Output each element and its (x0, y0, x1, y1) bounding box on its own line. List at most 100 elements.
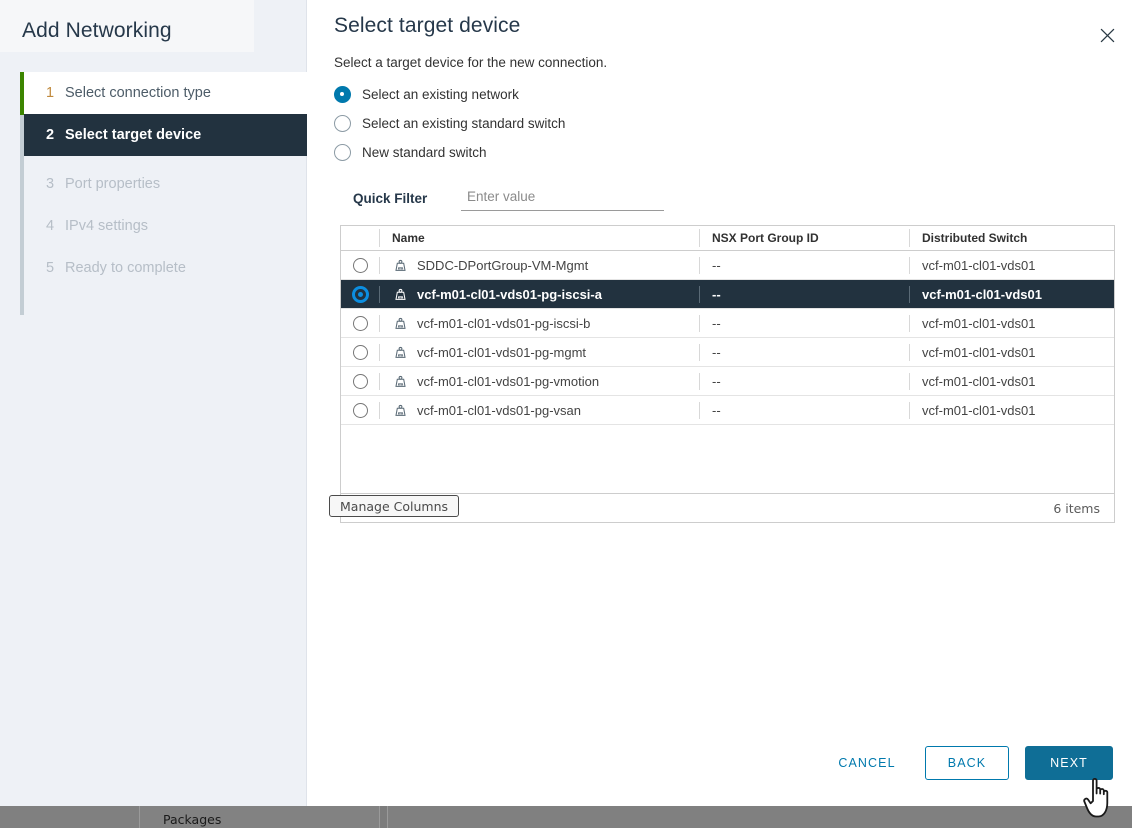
table-footer: Manage Columns 6 items (341, 493, 1114, 522)
radio-existing-network-label: Select an existing network (362, 87, 519, 102)
wizard-title: Add Networking (22, 19, 172, 43)
row-name-cell: vcf-m01-cl01-vds01-pg-vmotion (379, 373, 699, 390)
radio-existing-standard-switch[interactable]: Select an existing standard switch (334, 109, 934, 138)
step-4-number: 4 (46, 218, 65, 234)
radio-new-standard-switch-label: New standard switch (362, 145, 487, 160)
row-name-cell: vcf-m01-cl01-vds01-pg-iscsi-b (379, 315, 699, 332)
step-3-label: Port properties (65, 176, 160, 192)
row-nsx-cell: -- (699, 286, 909, 303)
row-name-text: vcf-m01-cl01-vds01-pg-iscsi-a (417, 287, 602, 302)
row-name-text: vcf-m01-cl01-vds01-pg-mgmt (417, 345, 586, 360)
table-row[interactable]: SDDC-DPortGroup-VM-Mgmt -- vcf-m01-cl01-… (341, 251, 1114, 280)
step-2-label: Select target device (65, 127, 201, 143)
dialog-footer: CANCEL BACK NEXT (307, 720, 1132, 806)
row-radio-icon (353, 258, 368, 273)
row-radio-icon (353, 403, 368, 418)
table-empty-space (341, 425, 1114, 493)
manage-columns-button[interactable]: Manage Columns (329, 495, 459, 517)
target-device-radio-group: Select an existing network Select an exi… (334, 80, 934, 167)
row-radio-icon (353, 316, 368, 331)
radio-new-standard-switch-mark (334, 144, 351, 161)
step-2-number: 2 (46, 127, 65, 143)
quick-filter-bar: Quick Filter (353, 186, 753, 211)
table-item-count: 6 items (1053, 501, 1100, 516)
wizard-main-pane: Select target device Select a target dev… (307, 0, 1132, 806)
row-nsx-cell: -- (699, 315, 909, 332)
wizard-sidebar: Add Networking 1 Select connection type … (0, 0, 307, 806)
sidebar-step-1[interactable]: 1 Select connection type (24, 72, 307, 114)
table-row[interactable]: vcf-m01-cl01-vds01-pg-iscsi-b -- vcf-m01… (341, 309, 1114, 338)
sidebar-step-2[interactable]: 2 Select target device (24, 114, 311, 156)
table-row[interactable]: vcf-m01-cl01-vds01-pg-iscsi-a -- vcf-m01… (341, 280, 1114, 309)
background-panel-divider (380, 806, 388, 828)
row-select-cell[interactable] (341, 403, 379, 418)
distributed-port-group-icon (392, 402, 409, 419)
sidebar-step-5: 5 Ready to complete (24, 247, 307, 289)
row-nsx-cell: -- (699, 344, 909, 361)
row-dvs-cell: vcf-m01-cl01-vds01 (909, 315, 1113, 332)
quick-filter-input[interactable] (461, 186, 664, 211)
distributed-port-group-icon (392, 315, 409, 332)
row-dvs-cell: vcf-m01-cl01-vds01 (909, 257, 1113, 274)
row-dvs-cell: vcf-m01-cl01-vds01 (909, 402, 1113, 419)
row-name-text: SDDC-DPortGroup-VM-Mgmt (417, 258, 588, 273)
table-row[interactable]: vcf-m01-cl01-vds01-pg-vsan -- vcf-m01-cl… (341, 396, 1114, 425)
row-select-cell[interactable] (341, 258, 379, 273)
row-select-cell[interactable] (341, 374, 379, 389)
row-name-cell: vcf-m01-cl01-vds01-pg-iscsi-a (379, 286, 699, 303)
sidebar-step-3: 3 Port properties (24, 163, 307, 205)
next-button[interactable]: NEXT (1025, 746, 1113, 780)
row-name-text: vcf-m01-cl01-vds01-pg-iscsi-b (417, 316, 590, 331)
table-body: SDDC-DPortGroup-VM-Mgmt -- vcf-m01-cl01-… (341, 251, 1114, 425)
row-name-text: vcf-m01-cl01-vds01-pg-vmotion (417, 374, 599, 389)
row-select-cell[interactable] (341, 316, 379, 331)
cancel-button[interactable]: CANCEL (825, 746, 909, 780)
row-dvs-cell: vcf-m01-cl01-vds01 (909, 286, 1113, 303)
radio-existing-standard-switch-mark (334, 115, 351, 132)
row-select-cell[interactable] (341, 345, 379, 360)
row-dvs-cell: vcf-m01-cl01-vds01 (909, 344, 1113, 361)
distributed-port-group-icon (392, 373, 409, 390)
step-5-label: Ready to complete (65, 260, 186, 276)
target-device-table: Name NSX Port Group ID Distributed Switc… (340, 225, 1115, 523)
row-nsx-cell: -- (699, 373, 909, 390)
header-name[interactable]: Name (379, 229, 699, 247)
close-icon[interactable] (1094, 22, 1120, 48)
radio-existing-network-mark (334, 86, 351, 103)
row-name-cell: vcf-m01-cl01-vds01-pg-vsan (379, 402, 699, 419)
back-button[interactable]: BACK (925, 746, 1009, 780)
quick-filter-label: Quick Filter (353, 191, 461, 211)
step-1-number: 1 (46, 85, 65, 101)
page-title: Select target device (334, 14, 520, 38)
table-row[interactable]: vcf-m01-cl01-vds01-pg-vmotion -- vcf-m01… (341, 367, 1114, 396)
row-name-cell: SDDC-DPortGroup-VM-Mgmt (379, 257, 699, 274)
step-3-number: 3 (46, 176, 65, 192)
row-select-cell[interactable] (341, 286, 379, 303)
row-radio-icon (353, 374, 368, 389)
background-panel-left (0, 806, 140, 828)
distributed-port-group-icon (392, 257, 409, 274)
background-packages-label: Packages (163, 812, 221, 827)
distributed-port-group-icon (392, 344, 409, 361)
row-radio-icon (352, 286, 369, 303)
row-nsx-cell: -- (699, 402, 909, 419)
step-4-label: IPv4 settings (65, 218, 148, 234)
row-name-text: vcf-m01-cl01-vds01-pg-vsan (417, 403, 581, 418)
wizard-step-list: 1 Select connection type 2 Select target… (20, 72, 307, 289)
step-1-label: Select connection type (65, 85, 211, 101)
radio-existing-standard-switch-label: Select an existing standard switch (362, 116, 565, 131)
table-row[interactable]: vcf-m01-cl01-vds01-pg-mgmt -- vcf-m01-cl… (341, 338, 1114, 367)
radio-new-standard-switch[interactable]: New standard switch (334, 138, 934, 167)
step-5-number: 5 (46, 260, 65, 276)
distributed-port-group-icon (392, 286, 409, 303)
sidebar-step-4: 4 IPv4 settings (24, 205, 307, 247)
table-header-row: Name NSX Port Group ID Distributed Switc… (341, 226, 1114, 251)
row-radio-icon (353, 345, 368, 360)
header-nsx-port-group-id[interactable]: NSX Port Group ID (699, 229, 909, 247)
row-nsx-cell: -- (699, 257, 909, 274)
add-networking-dialog: Add Networking 1 Select connection type … (0, 0, 1132, 806)
header-distributed-switch[interactable]: Distributed Switch (909, 229, 1113, 247)
row-dvs-cell: vcf-m01-cl01-vds01 (909, 373, 1113, 390)
radio-existing-network[interactable]: Select an existing network (334, 80, 934, 109)
row-name-cell: vcf-m01-cl01-vds01-pg-mgmt (379, 344, 699, 361)
